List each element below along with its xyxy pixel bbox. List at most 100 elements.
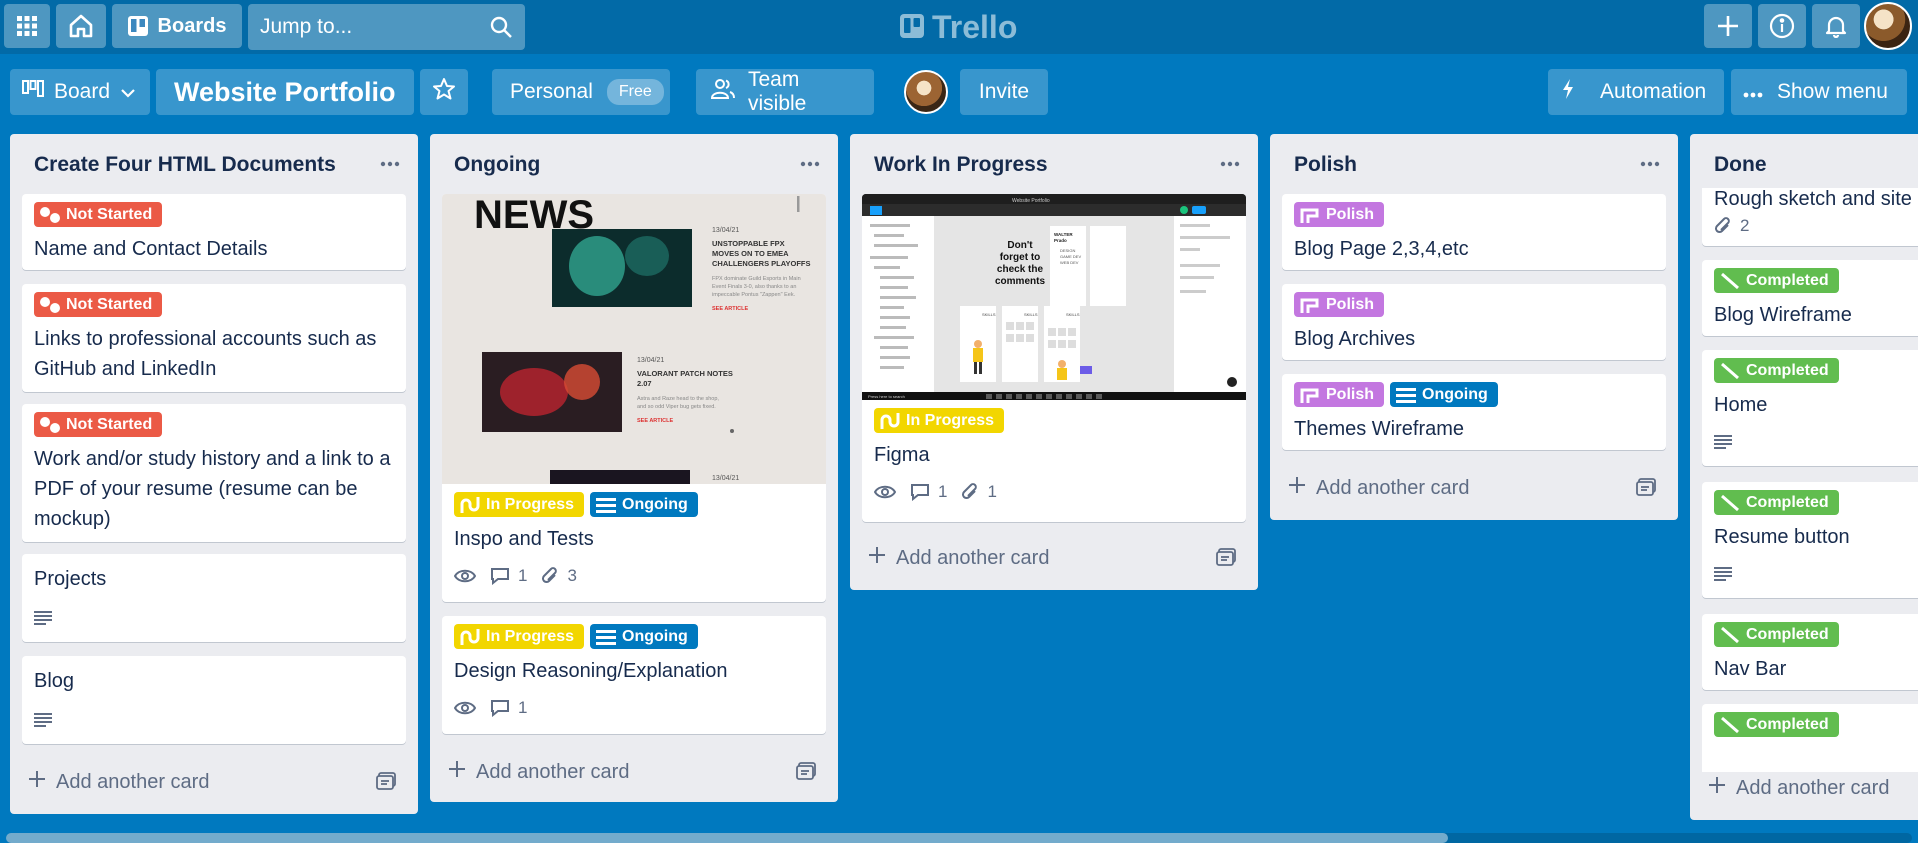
label-ongoing: Ongoing (1390, 382, 1498, 407)
card-title: Blog (34, 670, 75, 692)
label-text: Completed (1746, 715, 1829, 733)
star-button[interactable] (420, 69, 468, 115)
label-not-started: Not Started (34, 412, 163, 437)
list-menu-button[interactable] (1220, 146, 1240, 174)
attachments-badge: 1 (961, 482, 997, 502)
show-menu-button[interactable]: Show menu (1731, 69, 1907, 115)
card[interactable]: Blog (22, 656, 406, 744)
label-polish: Polish (1294, 382, 1385, 407)
create-button[interactable] (1704, 4, 1752, 48)
card[interactable]: Rough sketch and site 2 (1702, 188, 1918, 246)
home-button[interactable] (56, 4, 106, 48)
add-card-button[interactable]: Add another card (868, 546, 1049, 570)
list-title[interactable]: Polish (1294, 153, 1357, 177)
lightning-icon (1562, 79, 1574, 105)
label-text: Not Started (66, 205, 153, 223)
boards-button[interactable]: Boards (112, 4, 242, 48)
card-template-icon[interactable] (376, 772, 396, 795)
card-template-icon[interactable] (1216, 548, 1236, 571)
info-button[interactable] (1758, 4, 1806, 48)
card[interactable]: Completed (1702, 704, 1918, 772)
card-title: Resume button (1714, 526, 1850, 548)
watching-badge (454, 569, 476, 583)
card[interactable]: Polish Ongoing Themes Wireframe (1282, 374, 1666, 450)
card-title: Inspo and Tests (454, 528, 594, 550)
description-icon (1714, 434, 1732, 455)
invite-button[interactable]: Invite (960, 69, 1048, 115)
list-work-in-progress: Work In Progress Website Portfolio Don't… (850, 134, 1258, 590)
user-avatar[interactable] (1864, 2, 1912, 50)
label-text: Polish (1326, 205, 1375, 223)
card[interactable]: Completed Nav Bar (1702, 614, 1918, 690)
board-title[interactable]: Website Portfolio (156, 69, 414, 115)
card-template-icon[interactable] (1636, 478, 1656, 501)
cover-date: 13/04/21 (712, 475, 739, 482)
card[interactable]: Not Started Name and Contact Details (22, 194, 406, 270)
list-menu-button[interactable] (380, 146, 400, 174)
add-card-label: Add another card (1736, 776, 1890, 799)
plus-icon (448, 760, 466, 784)
list-menu-button[interactable] (1640, 146, 1660, 174)
card[interactable]: Completed Resume button (1702, 482, 1918, 598)
cover-skills: SKILLS (1066, 312, 1080, 317)
label-in-progress: In Progress (874, 408, 1005, 433)
free-badge: Free (606, 79, 664, 105)
plus-icon (1288, 476, 1306, 500)
attachments-badge: 3 (541, 566, 577, 586)
add-card-button[interactable]: Add another card (1288, 476, 1469, 500)
add-card-button[interactable]: Add another card (448, 760, 629, 784)
list-title[interactable]: Create Four HTML Documents (34, 153, 336, 177)
card-title: Rough sketch and site (1714, 188, 1912, 210)
card[interactable]: Website Portfolio Don't forget to check th… (862, 194, 1246, 522)
card[interactable]: Not Started Links to professional accoun… (22, 284, 406, 392)
info-icon (1769, 13, 1795, 39)
search-icon[interactable] (489, 15, 513, 44)
card[interactable]: Completed Home (1702, 350, 1918, 466)
card[interactable]: Not Started Work and/or study history an… (22, 404, 406, 542)
board-view-switcher[interactable]: Board (10, 69, 150, 115)
card[interactable]: Polish Blog Archives (1282, 284, 1666, 360)
member-avatar[interactable] (904, 70, 948, 114)
board-scrollbar-thumb[interactable] (6, 833, 1448, 843)
card-title: Nav Bar (1714, 658, 1787, 680)
plus-icon (868, 546, 886, 570)
list-polish: Polish Polish Blog Page 2,3,4,etc Polish… (1270, 134, 1678, 520)
list-title[interactable]: Work In Progress (874, 153, 1048, 177)
list-menu-button[interactable] (800, 146, 820, 174)
list-create-four-html-documents: Create Four HTML Documents Not Started N… (10, 134, 418, 814)
add-card-label: Add another card (1316, 476, 1470, 499)
trello-logo[interactable]: Trello (900, 7, 1017, 47)
label-ongoing: Ongoing (590, 624, 698, 649)
card[interactable]: Completed Blog Wireframe (1702, 260, 1918, 336)
label-in-progress: In Progress (454, 624, 585, 649)
home-icon (68, 13, 94, 39)
card[interactable]: Polish Blog Page 2,3,4,etc (1282, 194, 1666, 270)
visibility-button[interactable]: Team visible (696, 68, 874, 115)
description-icon (1714, 566, 1732, 587)
team-icon (710, 78, 736, 106)
label-completed: Completed (1714, 490, 1839, 515)
comments-count: 1 (518, 566, 528, 585)
plus-icon (1708, 776, 1726, 800)
notifications-button[interactable] (1812, 4, 1860, 48)
add-card-button[interactable]: Add another card (28, 770, 209, 794)
automation-button[interactable]: Automation (1548, 69, 1724, 115)
label-text: In Progress (906, 411, 995, 429)
workspace-button[interactable]: Personal Free (492, 69, 670, 115)
comments-badge: 1 (490, 698, 527, 718)
comments-badge: 1 (910, 482, 947, 502)
list-title[interactable]: Ongoing (454, 153, 540, 177)
card-title: Blog Wireframe (1714, 304, 1852, 326)
card[interactable]: NEWS 13/04/21 UNSTOPPABLE FPX MOVES ON TO… (442, 194, 826, 602)
apps-button[interactable] (4, 4, 50, 48)
add-card-button[interactable]: Add another card (1708, 776, 1889, 800)
watching-badge (874, 485, 896, 499)
search-input[interactable] (248, 4, 525, 50)
card[interactable]: Projects (22, 554, 406, 642)
card[interactable]: In Progress Ongoing Design Reasoning/Exp… (442, 616, 826, 734)
card-title: Work and/or study history and a link to … (34, 448, 391, 530)
list-title[interactable]: Done (1714, 153, 1767, 177)
card-template-icon[interactable] (796, 762, 816, 785)
label-text: Ongoing (622, 495, 688, 513)
description-icon (34, 610, 52, 631)
